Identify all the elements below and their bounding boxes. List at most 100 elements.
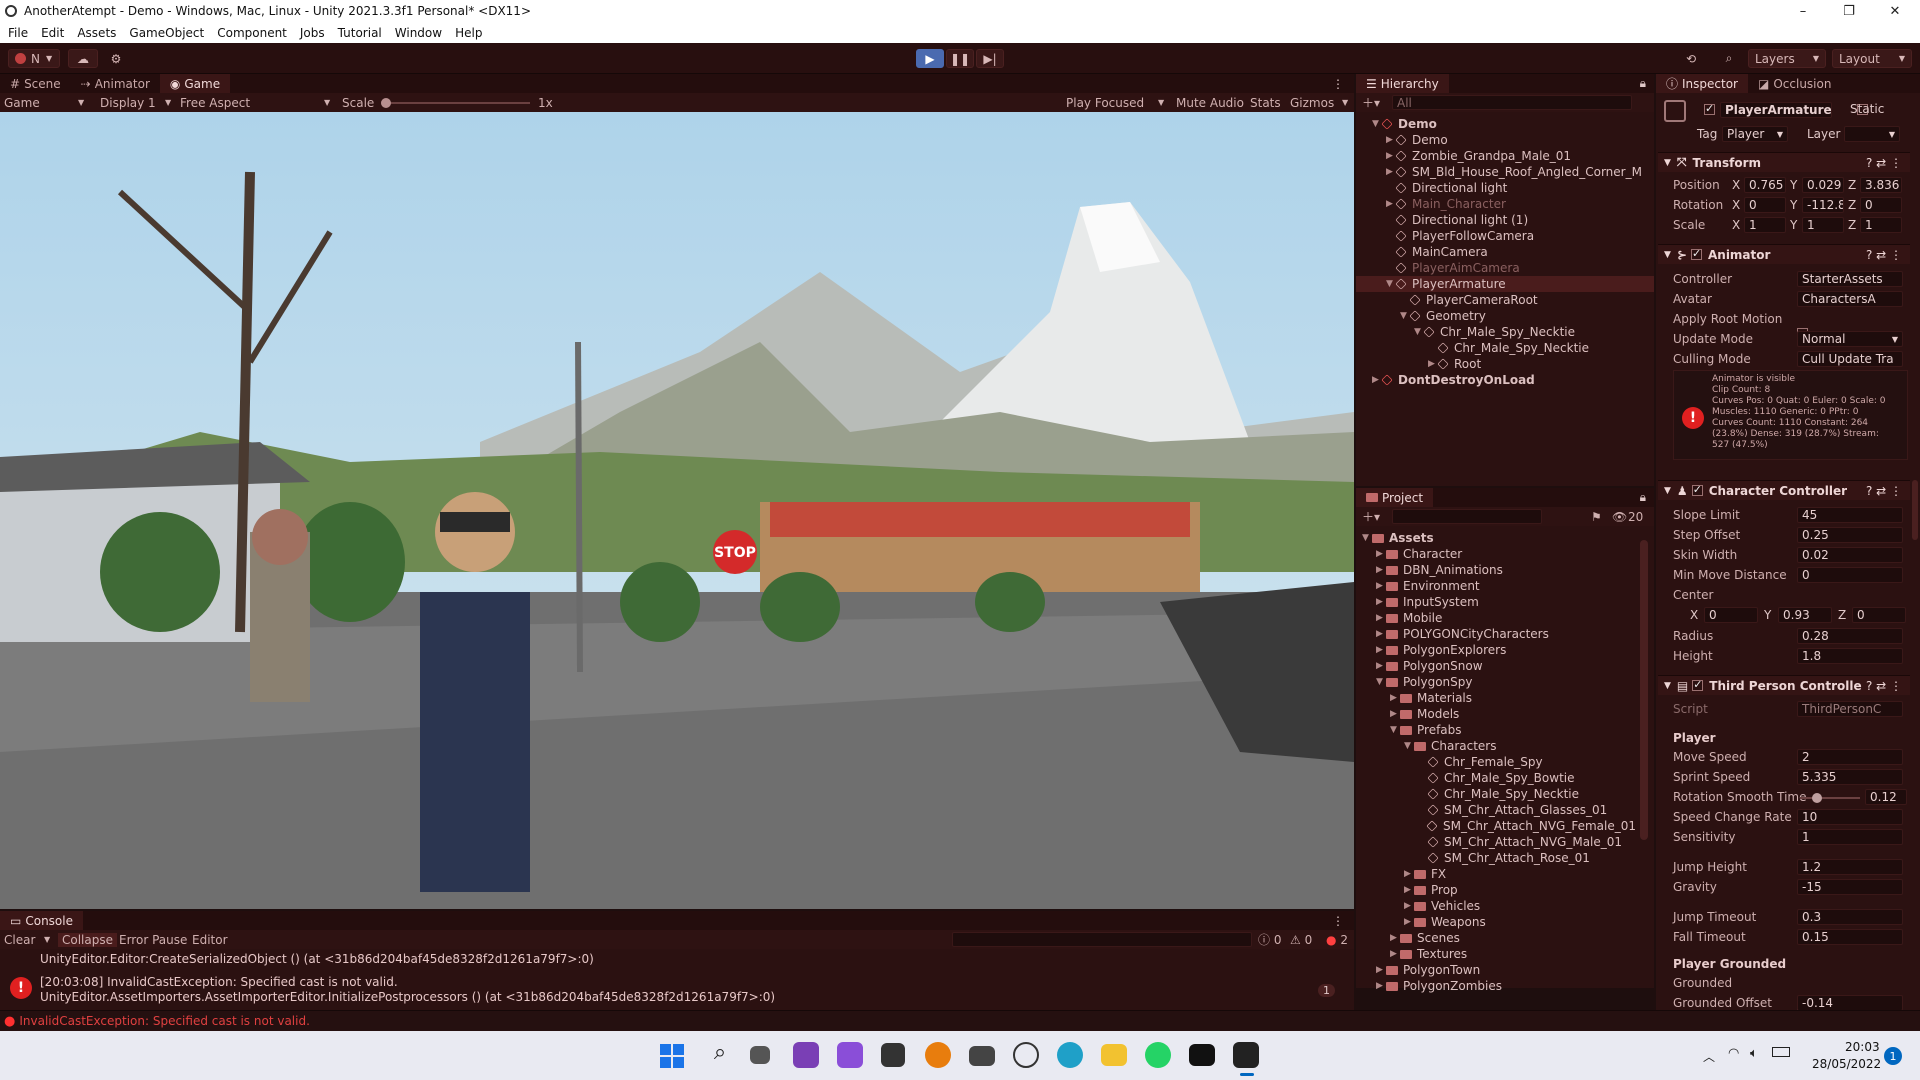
expand-arrow-icon[interactable]: ▼ — [1362, 533, 1372, 543]
visual-studio-icon[interactable] — [837, 1042, 863, 1068]
project-folder-row[interactable]: ▶ Materials — [1356, 690, 1636, 706]
menu-file[interactable]: File — [8, 26, 28, 40]
add-icon[interactable]: ＋▾ — [1362, 508, 1380, 525]
play-focused-dropdown[interactable]: Play Focused — [1066, 96, 1144, 110]
cc-field-value[interactable]: 0.25 — [1797, 527, 1903, 543]
aspect-dropdown[interactable]: Free Aspect — [180, 96, 250, 110]
expand-arrow-icon[interactable]: ▼ — [1414, 327, 1424, 337]
hierarchy-row[interactable]: PlayerCameraRoot — [1356, 292, 1654, 308]
hierarchy-row[interactable]: ▼ Chr_Male_Spy_Necktie — [1356, 324, 1654, 340]
cc-field-value[interactable]: 0.02 — [1797, 547, 1903, 563]
active-checkbox[interactable] — [1704, 102, 1715, 115]
unity-hub-icon[interactable] — [881, 1043, 905, 1067]
expand-arrow-icon[interactable]: ▼ — [1404, 741, 1414, 751]
expand-arrow-icon[interactable]: ▼ — [1390, 725, 1400, 735]
game-viewport[interactable]: STOP — [0, 112, 1354, 909]
culling-mode-dropdown[interactable]: Cull Update Tra — [1797, 351, 1903, 367]
expand-arrow-icon[interactable]: ▶ — [1428, 359, 1438, 369]
project-folder-row[interactable]: ▼ Prefabs — [1356, 722, 1636, 738]
hierarchy-row[interactable]: ▼ PlayerArmature — [1356, 276, 1654, 292]
tab-scene[interactable]: # Scene — [0, 74, 71, 93]
project-folder-row[interactable]: ▶ InputSystem — [1356, 594, 1636, 610]
project-search-input[interactable] — [1392, 509, 1542, 524]
hierarchy-row[interactable]: Directional light (1) — [1356, 212, 1654, 228]
gizmos-dropdown[interactable]: Gizmos — [1290, 96, 1334, 110]
hierarchy-row[interactable]: PlayerAimCamera — [1356, 260, 1654, 276]
project-folder-row[interactable]: ▶ Textures — [1356, 946, 1636, 962]
lock-icon[interactable]: 🔒︎ — [1640, 76, 1646, 91]
search-icon[interactable]: ⌕ — [1714, 49, 1744, 68]
console-entry-message[interactable]: [20:03:08] InvalidCastException: Specifi… — [40, 975, 398, 989]
hierarchy-row[interactable]: Directional light — [1356, 180, 1654, 196]
project-folder-row[interactable]: ▶ PolygonTown — [1356, 962, 1636, 978]
expand-arrow-icon[interactable]: ▼ — [1372, 119, 1382, 129]
expand-arrow-icon[interactable]: ▶ — [1376, 581, 1386, 591]
center-x-field[interactable]: 0 — [1704, 607, 1758, 623]
tpc-field-value[interactable]: 0.12 — [1865, 789, 1907, 805]
tpc-field-value[interactable]: 0.15 — [1797, 929, 1903, 945]
menu-tutorial[interactable]: Tutorial — [338, 26, 382, 40]
transform-position-z-field[interactable]: 3.836 — [1860, 177, 1902, 193]
blender-icon[interactable] — [925, 1042, 951, 1068]
project-folder-row[interactable]: ▶ POLYGONCityCharacters — [1356, 626, 1636, 642]
transform-scale-x-field[interactable]: 1 — [1744, 217, 1786, 233]
project-folder-row[interactable]: ▶ Environment — [1356, 578, 1636, 594]
object-name-field[interactable]: PlayerArmature — [1720, 102, 1832, 118]
update-mode-dropdown[interactable]: Normal ▼ — [1797, 331, 1903, 347]
console-entry-stack[interactable]: UnityEditor.AssetImporters.AssetImporter… — [40, 990, 775, 1004]
hierarchy-row[interactable]: ▼ Geometry — [1356, 308, 1654, 324]
play-button[interactable]: ▶ — [916, 49, 944, 68]
info-count[interactable]: ⓘ 0 — [1258, 931, 1281, 948]
expand-arrow-icon[interactable]: ▶ — [1376, 613, 1386, 623]
hierarchy-scene-row[interactable]: ▼ Demo — [1356, 116, 1654, 132]
layout-dropdown[interactable]: Layout ▼ — [1832, 49, 1912, 68]
expand-arrow-icon[interactable]: ▶ — [1376, 645, 1386, 655]
eye-hidden-icon[interactable]: 👁︎ — [1612, 510, 1627, 524]
expand-arrow-icon[interactable]: ▶ — [1376, 597, 1386, 607]
stats-toggle[interactable]: Stats — [1250, 96, 1281, 110]
project-folder-row[interactable]: ▶ PolygonExplorers — [1356, 642, 1636, 658]
minimize-button[interactable]: – — [1780, 0, 1826, 22]
transform-position-y-field[interactable]: 0.029 — [1802, 177, 1844, 193]
edge-icon[interactable] — [1057, 1042, 1083, 1068]
expand-arrow-icon[interactable]: ▶ — [1404, 885, 1414, 895]
third-person-controller-header[interactable]: ▼▤Third Person Controlle? ⇄ ⋮ — [1658, 675, 1910, 695]
error-count[interactable]: ● 2 — [1326, 933, 1348, 947]
unity-editor-icon[interactable] — [1233, 1042, 1259, 1068]
expand-arrow-icon[interactable]: ▶ — [1376, 549, 1386, 559]
editor-dropdown[interactable]: Editor — [192, 933, 228, 947]
project-folder-row[interactable]: ▶ Weapons — [1356, 914, 1636, 930]
project-folder-row[interactable]: ▶ FX — [1356, 866, 1636, 882]
project-folder-row[interactable]: ▼ Assets — [1356, 530, 1636, 546]
project-folder-row[interactable]: ▶ Models — [1356, 706, 1636, 722]
clear-button[interactable]: Clear — [4, 933, 35, 947]
error-pause-toggle[interactable]: Error Pause — [119, 933, 187, 947]
menu-jobs[interactable]: Jobs — [300, 26, 325, 40]
step-button[interactable]: ▶| — [976, 49, 1004, 68]
animator-header[interactable]: ▼⊱Animator? ⇄ ⋮ — [1658, 244, 1910, 264]
expand-arrow-icon[interactable]: ▶ — [1376, 661, 1386, 671]
history-icon[interactable]: ⟲ — [1676, 49, 1706, 68]
height-field[interactable]: 1.8 — [1797, 648, 1903, 664]
project-asset-row[interactable]: Chr_Male_Spy_Bowtie — [1356, 770, 1636, 786]
transform-scale-z-field[interactable]: 1 — [1860, 217, 1902, 233]
collab-icon[interactable]: ⚙ — [104, 49, 128, 68]
tpc-field-value[interactable]: 2 — [1797, 749, 1903, 765]
menu-assets[interactable]: Assets — [77, 26, 116, 40]
expand-arrow-icon[interactable]: ▼ — [1386, 279, 1396, 289]
transform-position-x-field[interactable]: 0.765 — [1744, 177, 1786, 193]
cloud-icon[interactable]: ☁ — [68, 49, 98, 68]
tag-dropdown[interactable]: Player ▼ — [1722, 126, 1788, 142]
expand-arrow-icon[interactable]: ▼ — [1400, 311, 1410, 321]
project-folder-row[interactable]: ▼ PolygonSpy — [1356, 674, 1636, 690]
expand-arrow-icon[interactable]: ▼ — [1376, 677, 1386, 687]
hierarchy-row[interactable]: ▶ Root — [1356, 356, 1654, 372]
transform-rotation-y-field[interactable]: -112.8 — [1802, 197, 1844, 213]
expand-arrow-icon[interactable]: ▶ — [1390, 949, 1400, 959]
project-asset-row[interactable]: SM_Chr_Attach_Glasses_01 — [1356, 802, 1636, 818]
more-icon[interactable]: ⋮ — [1332, 914, 1344, 928]
project-asset-row[interactable]: SM_Chr_Attach_NVG_Female_01 — [1356, 818, 1636, 834]
clock-date[interactable]: 28/05/2022 — [1812, 1057, 1881, 1071]
project-folder-row[interactable]: ▶ Mobile — [1356, 610, 1636, 626]
expand-arrow-icon[interactable]: ▶ — [1404, 917, 1414, 927]
